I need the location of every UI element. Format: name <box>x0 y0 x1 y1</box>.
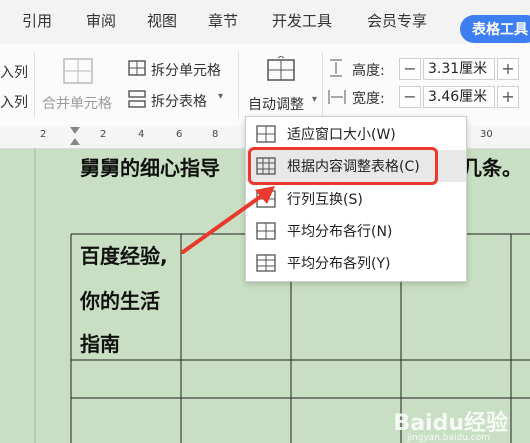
insert-col-left[interactable]: 入列 <box>0 62 28 82</box>
ribbon-tabs: 引用 审阅 视图 章节 开发工具 会员专享 表格工具 <box>0 0 530 44</box>
merge-cells-icon <box>63 58 93 84</box>
height-input[interactable]: 3.31厘米 <box>423 58 495 80</box>
col-width-icon <box>328 90 346 104</box>
tab-table-tools[interactable]: 表格工具 <box>460 15 530 43</box>
width-input[interactable]: 3.46厘米 <box>423 86 495 108</box>
tab-review[interactable]: 审阅 <box>86 10 116 31</box>
tab-references[interactable]: 引用 <box>22 10 52 31</box>
height-label: 高度: <box>352 63 385 79</box>
split-cells-button[interactable]: 拆分单元格 <box>151 60 221 80</box>
auto-adjust-chevron-icon[interactable]: ▾ <box>312 94 317 105</box>
cell-text-line2: 你的生活 <box>80 289 160 313</box>
cell-text-line1: 百度经验, <box>80 244 168 268</box>
width-label: 宽度: <box>352 91 385 107</box>
split-cells-icon <box>128 60 146 76</box>
width-decrease-button[interactable]: − <box>399 86 421 108</box>
height-increase-button[interactable]: + <box>497 58 519 80</box>
cell-text-line3: 指南 <box>80 332 120 356</box>
indent-marker-icon[interactable] <box>69 126 81 146</box>
split-table-button[interactable]: 拆分表格 <box>151 91 207 111</box>
tab-member[interactable]: 会员专享 <box>367 10 427 31</box>
annotation-arrow-icon <box>181 186 275 254</box>
ribbon-panel: 入列 入列 合并单元格 拆分单元格 拆分表格 ▾ 自动调整 ▾ 高度: − 3.… <box>0 44 530 127</box>
menu-item-fit-window[interactable]: 适应窗口大小(W) <box>246 118 466 150</box>
auto-adjust-button[interactable]: 自动调整 <box>248 94 304 114</box>
tab-chapter[interactable]: 章节 <box>208 10 238 31</box>
insert-col-right[interactable]: 入列 <box>0 92 28 112</box>
row-height-icon <box>330 59 342 77</box>
split-table-chevron-icon[interactable]: ▾ <box>218 91 223 102</box>
width-increase-button[interactable]: + <box>497 86 519 108</box>
split-table-icon <box>128 90 146 108</box>
height-decrease-button[interactable]: − <box>399 58 421 80</box>
fit-window-icon <box>256 125 276 143</box>
auto-adjust-icon <box>267 56 295 81</box>
baidu-watermark-url: jingyan.baidu.com <box>406 433 490 443</box>
tab-view[interactable]: 视图 <box>147 10 177 31</box>
tab-developer[interactable]: 开发工具 <box>272 10 332 31</box>
merge-cells-button[interactable]: 合并单元格 <box>42 93 112 113</box>
